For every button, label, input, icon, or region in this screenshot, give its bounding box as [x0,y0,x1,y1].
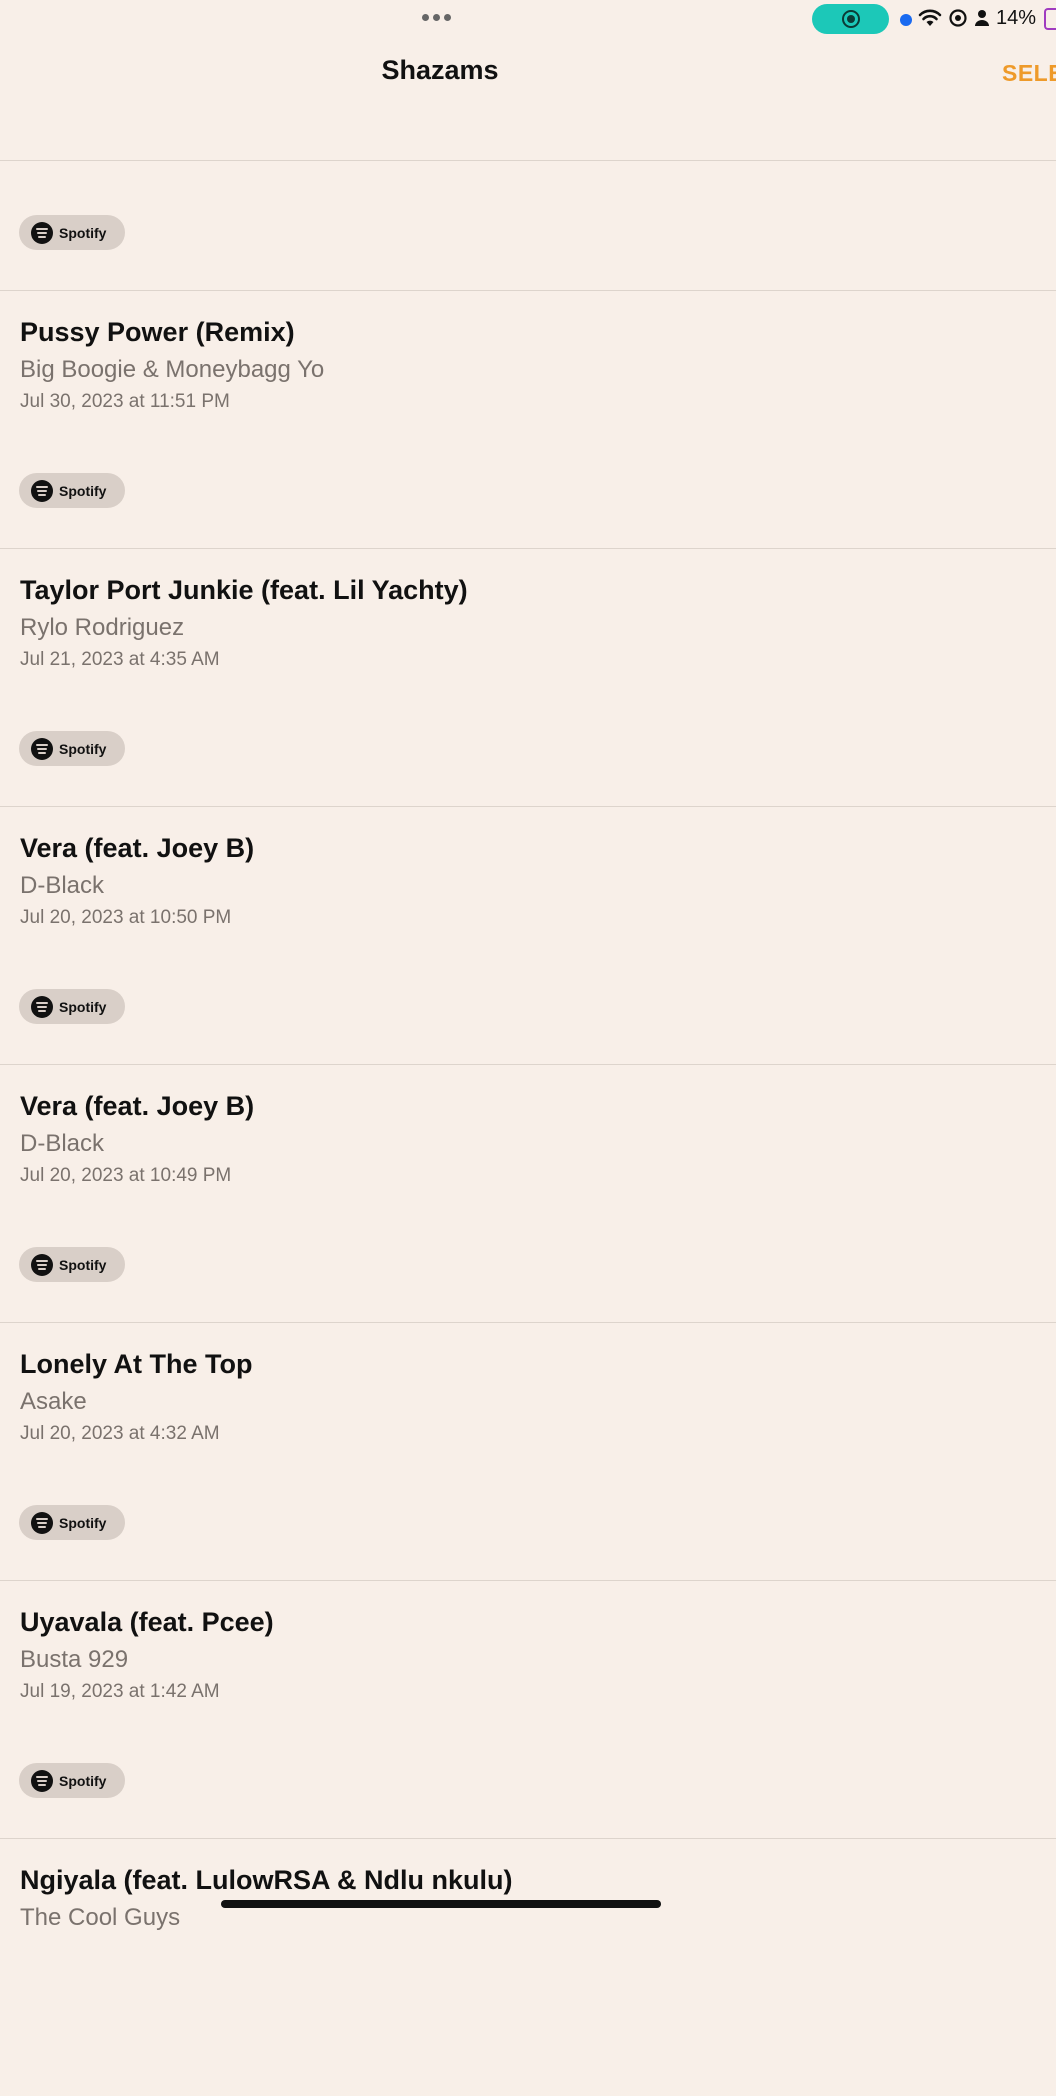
spotify-button[interactable]: Spotify [19,1505,125,1540]
spotify-icon [31,1769,53,1792]
spotify-label: Spotify [59,224,107,241]
song-title: Ngiyala (feat. LulowRSA & Ndlu nkulu) [20,1865,513,1895]
list-item-partial: Spotify [0,161,1056,291]
spotify-icon [31,995,53,1018]
wifi-icon [918,9,942,26]
song-title: Vera (feat. Joey B) [20,833,255,863]
list-item[interactable]: Lonely At The Top Asake Jul 20, 2023 at … [0,1323,1056,1581]
artist-name: D-Black [20,1130,105,1157]
artist-name: Busta 929 [20,1646,129,1673]
spotify-icon [31,221,53,244]
spotify-label: Spotify [59,998,107,1015]
page-title: Shazams [381,55,499,85]
home-indicator[interactable] [221,1900,661,1908]
shazam-date: Jul 20, 2023 at 10:50 PM [20,907,232,928]
spotify-label: Spotify [59,740,107,757]
screen-record-icon[interactable] [812,4,889,34]
artist-name: The Cool Guys [20,1904,181,1931]
song-title: Uyavala (feat. Pcee) [20,1607,274,1637]
list-item[interactable]: Vera (feat. Joey B) D-Black Jul 20, 2023… [0,807,1056,1065]
battery-icon [1044,8,1056,30]
location-dot-icon [900,14,912,26]
artist-name: Asake [20,1388,87,1415]
song-title: Lonely At The Top [20,1349,253,1379]
spotify-button[interactable]: Spotify [19,731,125,766]
shazam-date: Jul 30, 2023 at 11:51 PM [20,391,230,412]
song-title: Pussy Power (Remix) [20,317,295,347]
spotify-button[interactable]: Spotify [19,989,125,1024]
artist-name: Rylo Rodriguez [20,614,185,641]
spotify-icon [31,737,53,760]
shazam-date: Jul 20, 2023 at 10:49 PM [20,1165,232,1186]
spotify-label: Spotify [59,482,107,499]
shazam-date: Jul 21, 2023 at 4:35 AM [20,649,220,670]
spotify-button[interactable]: Spotify [19,473,125,508]
person-icon [975,10,989,26]
spotify-icon [31,479,53,502]
shazam-date: Jul 19, 2023 at 1:42 AM [20,1681,220,1702]
song-title: Taylor Port Junkie (feat. Lil Yachty) [20,575,468,605]
more-dots-icon[interactable] [422,14,451,21]
artist-name: Big Boogie & Moneybagg Yo [20,356,325,383]
status-bar: 14% [0,0,1056,40]
artist-name: D-Black [20,872,105,899]
list-item[interactable]: Ngiyala (feat. LulowRSA & Ndlu nkulu) Th… [0,1839,1056,2096]
vpn-icon [949,9,967,27]
spotify-button[interactable]: Spotify [19,1763,125,1798]
spotify-button[interactable]: Spotify [19,1247,125,1282]
battery-percentage: 14% [996,7,1037,29]
list-item[interactable]: Uyavala (feat. Pcee) Busta 929 Jul 19, 2… [0,1581,1056,1839]
shazam-date: Jul 20, 2023 at 4:32 AM [20,1423,220,1444]
list-item[interactable]: Pussy Power (Remix) Big Boogie & Moneyba… [0,291,1056,549]
spotify-label: Spotify [59,1256,107,1273]
list-item[interactable]: Taylor Port Junkie (feat. Lil Yachty) Ry… [0,549,1056,807]
spotify-icon [31,1511,53,1534]
spotify-icon [31,1253,53,1276]
song-title: Vera (feat. Joey B) [20,1091,255,1121]
shazam-list: Spotify Pussy Power (Remix) Big Boogie &… [0,161,1056,2096]
spotify-button[interactable]: Spotify [19,215,125,250]
spotify-label: Spotify [59,1514,107,1531]
select-button[interactable]: SELE [1002,60,1056,87]
list-item[interactable]: Vera (feat. Joey B) D-Black Jul 20, 2023… [0,1065,1056,1323]
spotify-label: Spotify [59,1772,107,1789]
